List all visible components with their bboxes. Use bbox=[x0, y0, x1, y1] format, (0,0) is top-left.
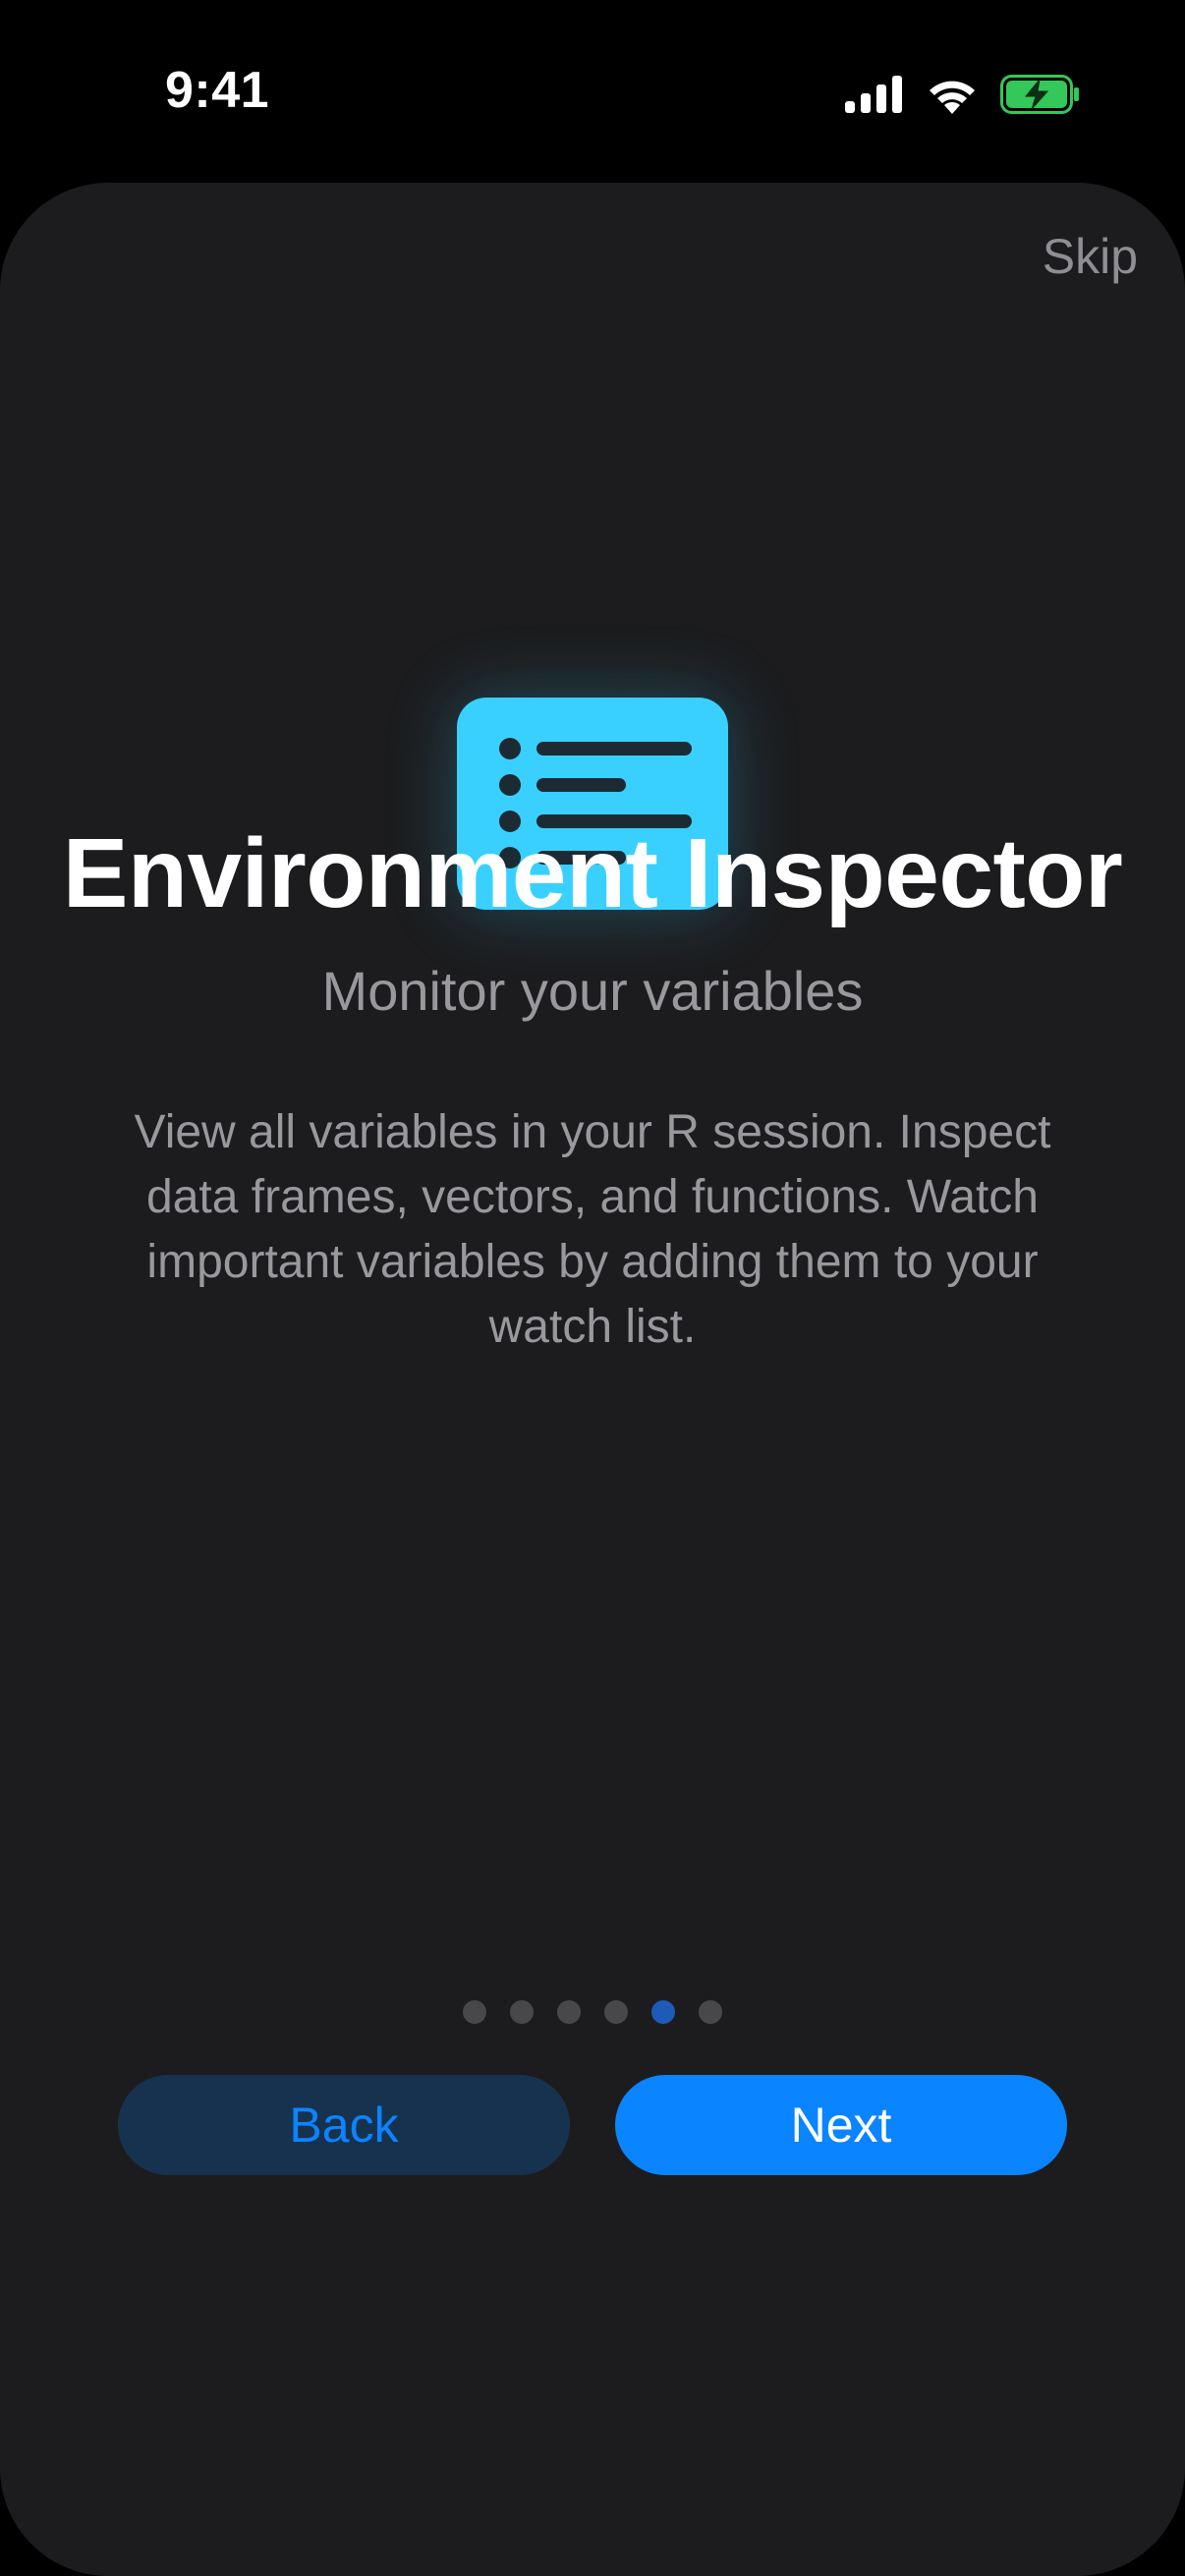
page-dot-active bbox=[651, 2000, 675, 2024]
status-bar: 9:41 bbox=[0, 0, 1185, 187]
battery-charging-icon bbox=[1000, 75, 1079, 114]
page-dot bbox=[557, 2000, 581, 2024]
back-button[interactable]: Back bbox=[118, 2075, 570, 2175]
wifi-icon bbox=[930, 81, 975, 114]
status-icons bbox=[845, 73, 1081, 116]
page-dot bbox=[510, 2000, 534, 2024]
skip-button[interactable]: Skip bbox=[1043, 228, 1138, 285]
page-description: View all variables in your R session. In… bbox=[134, 1106, 1051, 1353]
page-dot bbox=[699, 2000, 722, 2024]
page-indicator[interactable] bbox=[0, 2000, 1185, 2024]
page-title: Environment Inspector bbox=[62, 818, 1123, 928]
next-button[interactable]: Next bbox=[615, 2075, 1067, 2175]
onboarding-sheet: Skip bbox=[0, 183, 1185, 2576]
page-dot bbox=[604, 2000, 628, 2024]
cellular-signal-icon bbox=[845, 76, 902, 113]
page-subtitle: Monitor your variables bbox=[321, 960, 864, 1022]
status-time: 9:41 bbox=[165, 62, 270, 119]
page-dot bbox=[463, 2000, 486, 2024]
